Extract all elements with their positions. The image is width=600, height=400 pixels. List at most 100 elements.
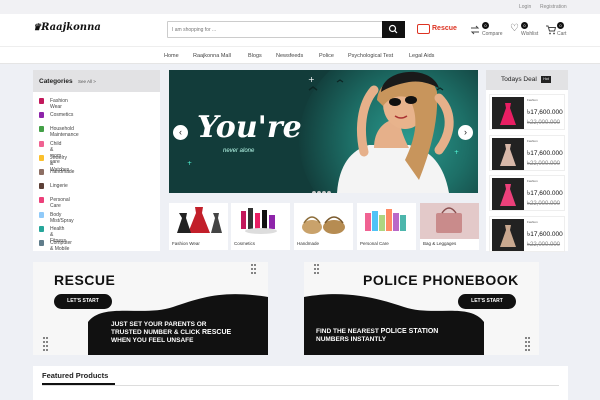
category-icon xyxy=(39,225,44,232)
registration-link[interactable]: Registration xyxy=(540,4,567,10)
category-icon xyxy=(39,126,44,133)
deal-card[interactable]: Fashion ৳17,600.000 ৳22,000.000 xyxy=(489,215,565,252)
nav-raajkonna-mall[interactable]: Raajkonna Mall xyxy=(193,53,231,59)
rescue-banner-title: RESCUE xyxy=(54,272,116,288)
svg-text:+: + xyxy=(308,75,315,84)
police-banner[interactable]: POLICE PHONEBOOK LET'S START FIND THE NE… xyxy=(304,262,539,355)
svg-text:+: + xyxy=(187,160,192,167)
category-icon xyxy=(39,112,44,119)
rescue-lets-start-button[interactable]: LET'S START xyxy=(54,294,112,309)
category-label: Lingerie xyxy=(50,183,68,190)
tile-bags[interactable]: Bag & Leggages xyxy=(420,203,479,250)
bag-image xyxy=(420,203,479,239)
compare-label: Compare xyxy=(482,31,503,37)
category-icon xyxy=(39,140,44,147)
rescue-icon xyxy=(417,24,430,34)
cart-button[interactable]: 0 Cart xyxy=(546,22,576,42)
tile-personal-care[interactable]: Personal Care xyxy=(357,203,416,250)
nav-newsfeeds[interactable]: Newsfeeds xyxy=(276,53,303,59)
deal-old-price: ৳22,000.000 xyxy=(527,120,561,126)
nav-home[interactable]: Home xyxy=(164,53,179,59)
site-logo[interactable]: ♛Raajkonna xyxy=(33,22,101,33)
chevron-left-icon: ‹ xyxy=(179,127,182,137)
deal-product-image xyxy=(492,178,524,210)
category-icon xyxy=(39,169,44,175)
category-label: Household Maintenance xyxy=(50,126,79,139)
category-icon xyxy=(39,154,44,161)
search-button[interactable] xyxy=(382,21,405,38)
slider-prev-button[interactable]: ‹ xyxy=(173,125,188,140)
police-text-line: FIND THE NEAREST POLICE STATION xyxy=(316,328,438,336)
deal-card[interactable]: Fashion ৳17,600.000 ৳22,000.000 xyxy=(489,175,565,211)
hero-headline: You're xyxy=(197,110,302,145)
see-all-link[interactable]: See All > xyxy=(78,79,96,84)
rescue-banner-text: JUST SET YOUR PARENTS OR TRUSTED NUMBER … xyxy=(111,321,231,345)
deal-product-image xyxy=(492,218,524,251)
category-icon xyxy=(39,98,44,104)
slider-next-button[interactable]: › xyxy=(458,125,473,140)
category-icon xyxy=(39,197,44,204)
categories-title: Categories xyxy=(39,78,73,85)
slider-dot[interactable] xyxy=(317,191,321,193)
login-link[interactable]: Login xyxy=(519,4,531,10)
slider-dot[interactable] xyxy=(322,191,326,193)
police-lets-start-button[interactable]: LET'S START xyxy=(458,294,516,309)
hot-badge: Hot xyxy=(541,76,551,83)
category-icon xyxy=(39,211,44,218)
wishlist-button[interactable]: ♡ 0 Wishlist xyxy=(510,22,540,42)
search-icon xyxy=(388,24,398,34)
category-icon xyxy=(39,240,44,246)
tile-fashion-wear[interactable]: Fashion Wear xyxy=(169,203,228,250)
compare-button[interactable]: 0 Compare xyxy=(470,22,506,42)
tile-label: Bag & Leggages xyxy=(423,241,457,246)
todays-deal-title: Todays Deal xyxy=(501,76,537,83)
compare-icon xyxy=(470,25,480,35)
categories-panel: Categories See All > Fashion Wear Cosmeti… xyxy=(33,70,160,252)
slider-dot[interactable] xyxy=(327,191,331,193)
crown-icon: ♛ xyxy=(33,23,42,33)
rescue-text-line: WHEN YOU FEEL UNSAFE xyxy=(111,337,194,344)
personal-care-image xyxy=(365,209,406,231)
rescue-text-line: JUST SET YOUR PARENTS OR xyxy=(111,321,207,328)
categories-header: Categories See All > xyxy=(33,70,160,92)
tile-cosmetics[interactable]: Cosmetics xyxy=(231,203,290,250)
slider-dot[interactable] xyxy=(312,191,316,193)
todays-deal-panel: Todays Deal Hot Fashion ৳17,600.000 ৳22,00… xyxy=(486,70,568,252)
category-label: Fashion Wear xyxy=(50,98,68,110)
tile-label: Handmade xyxy=(297,241,320,246)
slider-dots xyxy=(312,182,336,193)
police-keyword: POLICE STATION xyxy=(380,328,439,335)
wishlist-label: Wishlist xyxy=(521,31,539,37)
nav-blogs[interactable]: Blogs xyxy=(248,53,262,59)
rescue-banner[interactable]: RESCUE LET'S START JUST SET YOUR PARENTS… xyxy=(33,262,268,355)
category-label: Personal Care xyxy=(50,197,70,210)
nav-police[interactable]: Police xyxy=(319,53,334,59)
deal-card[interactable]: Fashion ৳17,600.000 ৳22,000.000 xyxy=(489,134,565,171)
deal-card[interactable]: Fashion ৳17,600.000 ৳22,000.000 xyxy=(489,94,565,130)
compare-count: 0 xyxy=(482,22,489,29)
chevron-right-icon: › xyxy=(464,127,467,137)
tile-label: Fashion Wear xyxy=(172,241,200,246)
rescue-button[interactable]: Rescue xyxy=(417,23,462,35)
featured-products-title: Featured Products xyxy=(42,371,109,380)
police-banner-title: POLICE PHONEBOOK xyxy=(363,272,519,288)
nav-psychological-test[interactable]: Psychological Test xyxy=(348,53,393,59)
main-nav: Home Raajkonna Mall Blogs Newsfeeds Poli… xyxy=(0,46,600,64)
wishlist-count: 0 xyxy=(521,22,528,29)
police-banner-text: FIND THE NEAREST POLICE STATION NUMBERS … xyxy=(316,328,438,344)
police-text-line: NUMBERS INSTANTLY xyxy=(316,336,387,343)
nav-legal-aids[interactable]: Legal Aids xyxy=(409,53,434,59)
tile-handmade[interactable]: Handmade xyxy=(294,203,353,250)
deal-old-price: ৳22,000.000 xyxy=(527,160,561,167)
police-text-span: FIND THE NEAREST xyxy=(316,328,381,335)
section-divider xyxy=(42,385,559,386)
header: ♛Raajkonna Rescue 0 Compare ♡ 0 Wishlist… xyxy=(0,14,600,46)
tile-label: Personal Care xyxy=(360,241,389,246)
top-strip: Login Registration xyxy=(0,0,600,14)
rescue-keyword: RESCUE xyxy=(202,329,232,336)
cosmetics-image xyxy=(241,208,277,234)
search-input[interactable] xyxy=(172,25,372,35)
deal-product-name: Fashion xyxy=(527,138,538,143)
deal-product-name: Fashion xyxy=(527,98,538,102)
category-label: Computer & Mobile xyxy=(50,240,72,252)
